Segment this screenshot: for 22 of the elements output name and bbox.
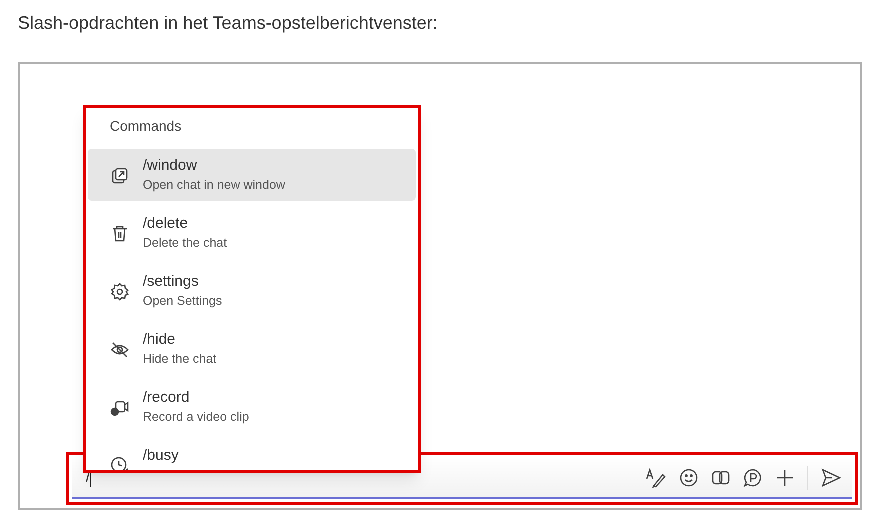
command-name: /hide xyxy=(143,330,177,350)
plus-icon[interactable] xyxy=(775,468,795,488)
caption: Slash-opdrachten in het Teams-opstelberichtvenster: xyxy=(18,12,439,35)
crossed-eye-icon xyxy=(110,340,130,360)
new-window-icon xyxy=(110,166,130,186)
menu-title: Commands xyxy=(109,117,183,136)
command-description: Record a video clip xyxy=(143,409,250,426)
command-name: /delete xyxy=(143,214,190,234)
command-description: Hide the chat xyxy=(143,351,217,368)
command-description: Open Settings xyxy=(143,293,222,310)
settings-icon xyxy=(110,282,130,302)
chat-bubble-icon[interactable] xyxy=(743,468,763,488)
command-name: /settings xyxy=(143,272,200,292)
command-description: Delete the chat xyxy=(143,235,228,252)
command-item[interactable]: /window Open chat in new window xyxy=(88,149,416,201)
trash-icon xyxy=(110,224,130,244)
command-description: Open chat in new window xyxy=(143,177,286,194)
emoji-icon[interactable] xyxy=(679,468,699,488)
send-icon[interactable] xyxy=(820,466,842,488)
format-icon[interactable] xyxy=(645,466,667,488)
command-name: /record xyxy=(143,388,191,408)
command-name: /window xyxy=(143,156,198,176)
